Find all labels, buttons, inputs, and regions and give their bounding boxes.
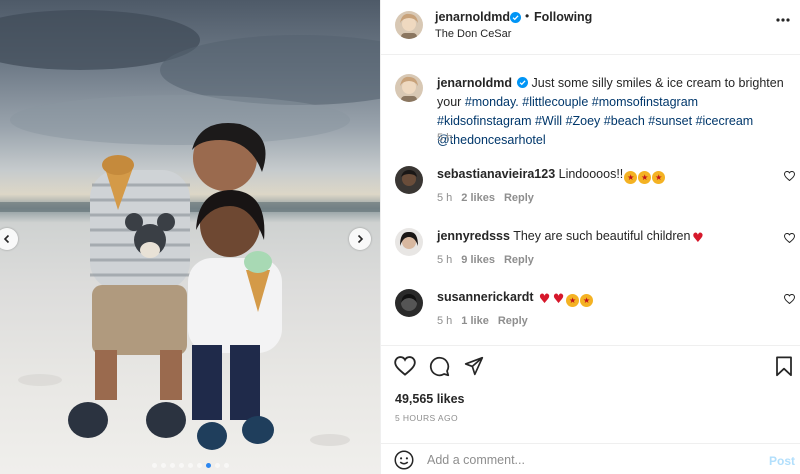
post-header: jenarnoldmd • Following The Don CeSar [381,0,800,55]
hashtag-link[interactable]: #kidsofinstagram [437,114,532,128]
commenter-avatar[interactable] [395,166,423,194]
red-heart-emoji-icon: ♥ [538,292,551,307]
caption-username[interactable]: jenarnoldmd [437,76,512,90]
reply-button[interactable]: Reply [498,315,528,327]
add-comment-bar: Post [381,443,800,474]
star-struck-emoji-icon: ★ [624,171,638,184]
hashtag-link[interactable]: #beach [604,114,645,128]
hashtag-link[interactable]: #momsofinstagram [592,95,698,109]
hashtag-link[interactable]: #Zoey [566,114,601,128]
comment-item: sebastianavieira123 Lindoooos!! ★ ★ ★ 5 h2 … [381,166,800,216]
hashtag-link[interactable]: #littlecouple [522,95,588,109]
comment-icon[interactable] [429,356,450,377]
header-separator: • [525,9,530,23]
hashtag-link[interactable]: #sunset [648,114,692,128]
carousel-indicator [0,463,380,468]
comment-time[interactable]: 5 h [437,192,452,204]
heart-icon[interactable] [784,294,795,304]
bookmark-icon[interactable] [775,356,793,377]
carousel-dot [169,463,175,468]
carousel-dot [187,463,193,468]
comment-likes[interactable]: 1 like [461,315,489,327]
star-struck-emoji-icon: ★ [580,294,594,307]
comment-text: jennyredsss They are such beautiful chil… [437,228,704,245]
author-username[interactable]: jenarnoldmd [435,10,510,24]
comment-body: They are such beautiful children [513,229,691,243]
chevron-right-icon [357,234,364,244]
heart-icon[interactable] [784,233,795,243]
photo-image [0,10,380,450]
comment-text: susannerickardt ♥ ♥ ★ ★ [437,289,594,307]
verified-badge-icon [517,77,529,88]
red-heart-emoji-icon: ♥ [552,292,565,307]
post-action-bar [381,345,800,385]
hashtag-link[interactable]: #monday. [465,95,519,109]
post-comment-button[interactable]: Post [769,454,795,468]
heart-icon[interactable] [784,171,795,181]
share-icon[interactable] [464,356,484,376]
verified-badge-icon [510,12,521,23]
post-location[interactable]: The Don CeSar [435,28,511,40]
comment-meta: 5 h 9 likes Reply [437,254,543,266]
likes-count[interactable]: 49,565 likes [395,392,465,406]
caption-text: jenarnoldmd Just some silly smiles & ice… [437,74,789,150]
carousel-dot [196,463,202,468]
comment-likes[interactable]: 9 likes [461,254,495,266]
comment-likes[interactable]: 2 likes [461,192,495,204]
comment-item: susannerickardt ♥ ♥ ★ ★ 5 h1 like Reply [381,289,800,339]
carousel-dot [151,463,157,468]
commenter-username[interactable]: sebastianavieira123 [437,167,555,181]
chevron-left-icon [3,234,10,244]
comment-meta: 5 h 1 like Reply [437,315,537,327]
emoji-icon[interactable] [394,450,414,470]
hashtag-link[interactable]: #icecream [696,114,754,128]
post-photo[interactable] [0,0,380,474]
comment-item: jennyredsss They are such beautiful chil… [381,228,800,278]
carousel-dot [223,463,229,468]
caption-avatar[interactable] [395,74,423,102]
comment-input[interactable] [427,451,747,469]
post-timestamp[interactable]: 5 HOURS AGO [395,413,458,423]
commenter-username[interactable]: jennyredsss [437,229,510,243]
carousel-next-button[interactable] [349,228,371,250]
carousel-dot [205,463,211,468]
mention-link[interactable]: @thedoncesarhotel [437,133,546,147]
comment-time[interactable]: 5 h [437,254,452,266]
commenter-avatar[interactable] [395,289,423,317]
girl-figure [188,190,282,450]
caption-time[interactable]: 5 h [437,132,452,144]
more-options-icon[interactable] [776,18,790,22]
comment-body: Lindoooos!! [558,167,624,181]
star-struck-emoji-icon: ★ [566,294,580,307]
reply-button[interactable]: Reply [504,192,534,204]
red-heart-emoji-icon: ♥ [692,231,704,246]
heart-icon[interactable] [394,356,416,376]
carousel-dot [214,463,220,468]
hashtag-link[interactable]: #Will [535,114,562,128]
comment-meta: 5 h 2 likes Reply [437,192,543,204]
carousel-dot [160,463,166,468]
comment-time[interactable]: 5 h [437,315,452,327]
reply-button[interactable]: Reply [504,254,534,266]
star-struck-emoji-icon: ★ [638,171,652,184]
commenter-username[interactable]: susannerickardt [437,290,534,304]
author-avatar[interactable] [395,11,423,39]
post-side-panel: jenarnoldmd • Following The Don CeSar je… [380,0,800,474]
carousel-dot [178,463,184,468]
star-struck-emoji-icon: ★ [652,171,666,184]
commenter-avatar[interactable] [395,228,423,256]
following-button[interactable]: Following [534,10,592,24]
comment-text: sebastianavieira123 Lindoooos!! ★ ★ ★ [437,166,666,184]
